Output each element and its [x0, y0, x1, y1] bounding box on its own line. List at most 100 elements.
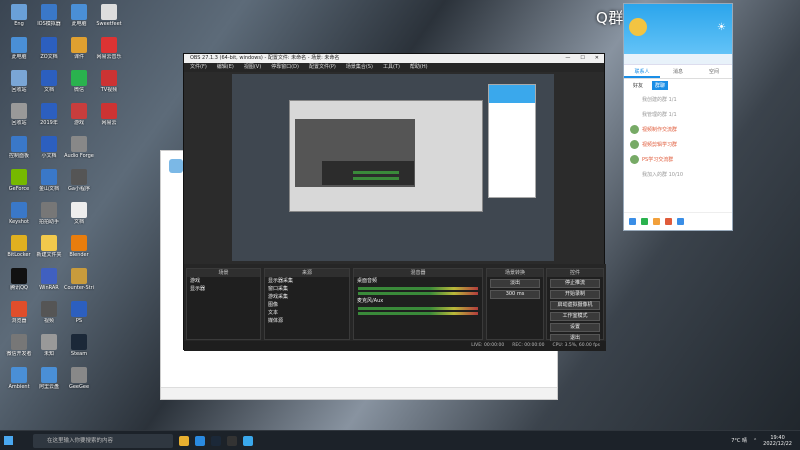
qq-group-row[interactable]: 我管理的群 1/1: [624, 107, 732, 122]
file-explorer-icon[interactable]: [179, 435, 189, 446]
obs-menu-item[interactable]: 工具(T): [383, 63, 400, 72]
desktop-icon[interactable]: 未知: [34, 334, 64, 357]
desktop-icon[interactable]: 网易云: [94, 103, 124, 126]
qq-group-row[interactable]: 我创建的群 1/1: [624, 92, 732, 107]
tray-icons[interactable]: ⌃: [753, 438, 757, 444]
qq-icon[interactable]: [243, 435, 253, 446]
scene-item[interactable]: 游戏: [187, 277, 260, 285]
control-button[interactable]: 停止推流: [550, 279, 600, 288]
source-item[interactable]: 媒体源: [265, 317, 349, 325]
source-item[interactable]: 图像: [265, 301, 349, 309]
desktop-icon[interactable]: Blender: [64, 235, 94, 258]
desktop-icon-label: Counter-Strike: [64, 285, 94, 291]
desktop-icon[interactable]: 微信开发者: [4, 334, 34, 357]
mail-icon[interactable]: [665, 218, 672, 225]
control-button[interactable]: 启动虚拟摄像机: [550, 301, 600, 310]
menu-icon[interactable]: [629, 218, 636, 225]
desktop-icon[interactable]: Eng: [4, 4, 34, 27]
desktop-icon[interactable]: Ambient: [4, 367, 34, 390]
qq-group-row[interactable]: 我加入的群 10/10: [624, 167, 732, 182]
desktop-icon[interactable]: 控制面板: [4, 136, 34, 159]
desktop-icon[interactable]: 游戏: [64, 103, 94, 126]
scene-item[interactable]: 显示器: [187, 285, 260, 293]
obs-menu-item[interactable]: 文件(F): [190, 63, 207, 72]
qq-subtab[interactable]: 群聊: [652, 81, 669, 90]
qq-tab[interactable]: 空间: [696, 65, 732, 78]
desktop-icon-label: 此电脑: [11, 54, 27, 60]
desktop-icon[interactable]: 小文档: [34, 136, 64, 159]
desktop-icon[interactable]: Ga小程序: [64, 169, 94, 192]
avatar[interactable]: [629, 18, 647, 36]
desktop-icon[interactable]: IOS模拟器: [34, 4, 64, 27]
desktop-icon[interactable]: 阿里云盘: [34, 367, 64, 390]
clock-date[interactable]: 2022/12/22: [763, 441, 792, 447]
qq-group-row[interactable]: 视频剪辑学习群: [624, 137, 732, 152]
maximize-icon[interactable]: ☐: [580, 54, 584, 63]
obs-menu-item[interactable]: 停靠窗口(D): [271, 63, 299, 72]
desktop-icon[interactable]: ZO文档: [34, 37, 64, 60]
qq-group-row[interactable]: 视频制作交流群: [624, 122, 732, 137]
taskbar-search[interactable]: 在这里输入你要搜索的内容: [33, 433, 173, 448]
control-button[interactable]: 工作室模式: [550, 312, 600, 321]
source-item[interactable]: 文本: [265, 309, 349, 317]
desktop-icon[interactable]: 网易云音乐: [94, 37, 124, 60]
desktop-icon[interactable]: 拍拍助手: [34, 202, 64, 225]
desktop-icon[interactable]: 腾讯QQ: [4, 268, 34, 291]
source-item[interactable]: 显示器采集: [265, 277, 349, 285]
desktop-icon[interactable]: BitLocker: [4, 235, 34, 258]
desktop-icon[interactable]: 课件: [64, 37, 94, 60]
desktop-icon[interactable]: GeForce: [4, 169, 34, 192]
steam-icon[interactable]: [211, 435, 221, 446]
obs-menu-item[interactable]: 视图(V): [244, 63, 261, 72]
obs-menu-item[interactable]: 配置文件(P): [309, 63, 336, 72]
desktop-icon[interactable]: 文档: [64, 202, 94, 225]
qq-group-row[interactable]: PS学习交流群: [624, 152, 732, 167]
obs-preview[interactable]: [232, 74, 554, 261]
close-icon[interactable]: ✕: [595, 54, 599, 63]
control-button[interactable]: 设置: [550, 323, 600, 332]
search-input[interactable]: [624, 54, 732, 65]
desktop-icon[interactable]: 2019年: [34, 103, 64, 126]
transition-type-select[interactable]: 淡出: [490, 279, 540, 288]
qq-tab[interactable]: 联系人: [624, 65, 660, 78]
qq-tab[interactable]: 消息: [660, 65, 696, 78]
desktop-icon[interactable]: WinRAR: [34, 268, 64, 291]
files-icon[interactable]: [653, 218, 660, 225]
start-icon[interactable]: [4, 436, 13, 445]
desktop-icon[interactable]: 新建文件夹: [34, 235, 64, 258]
desktop-icon[interactable]: 回收站: [4, 103, 34, 126]
desktop-icon[interactable]: 回收站: [4, 70, 34, 93]
desktop-icon[interactable]: 视频: [34, 301, 64, 324]
source-item[interactable]: 游戏采集: [265, 293, 349, 301]
app-icon: [11, 70, 27, 86]
obs-menu-item[interactable]: 场景集合(S): [346, 63, 373, 72]
contacts-icon[interactable]: [641, 218, 648, 225]
desktop-icon[interactable]: 文档: [34, 70, 64, 93]
source-item[interactable]: 窗口采集: [265, 285, 349, 293]
desktop-icon[interactable]: Sweetfeet: [94, 4, 124, 27]
edge-icon[interactable]: [195, 435, 205, 446]
desktop-icon[interactable]: Counter-Strike: [64, 268, 94, 291]
desktop-icon[interactable]: Audio Forge: [64, 136, 94, 159]
weather-text[interactable]: 7°C 晴: [731, 437, 747, 444]
desktop-icon[interactable]: 此电脑: [64, 4, 94, 27]
minimize-icon[interactable]: —: [565, 54, 570, 63]
desktop-icon[interactable]: 金山文档: [34, 169, 64, 192]
transition-duration-input[interactable]: 300 ms: [490, 290, 540, 299]
desktop-icon[interactable]: 浏览器: [4, 301, 34, 324]
obs-menu-item[interactable]: 编辑(E): [217, 63, 234, 72]
obs-window[interactable]: OBS 27.1.3 (64-bit, windows) - 配置文件: 未命名…: [183, 53, 606, 351]
desktop-icon[interactable]: 微信: [64, 70, 94, 93]
apps-icon[interactable]: [677, 218, 684, 225]
qq-panel[interactable]: ☀ 联系人 消息 空间 好友 群聊 我创建的群 1/1 我管理的群 1/1 视频制作交流群…: [623, 3, 733, 231]
obs-icon[interactable]: [227, 435, 237, 446]
control-button[interactable]: 开始录制: [550, 290, 600, 299]
desktop-icon[interactable]: TV视频: [94, 70, 124, 93]
desktop-icon[interactable]: Keyshot: [4, 202, 34, 225]
desktop-icon[interactable]: PS: [64, 301, 94, 324]
desktop-icon[interactable]: GeeGee: [64, 367, 94, 390]
desktop-icon[interactable]: 此电脑: [4, 37, 34, 60]
desktop-icon[interactable]: Steam: [64, 334, 94, 357]
qq-subtab[interactable]: 好友: [630, 81, 646, 90]
obs-menu-item[interactable]: 帮助(H): [410, 63, 428, 72]
